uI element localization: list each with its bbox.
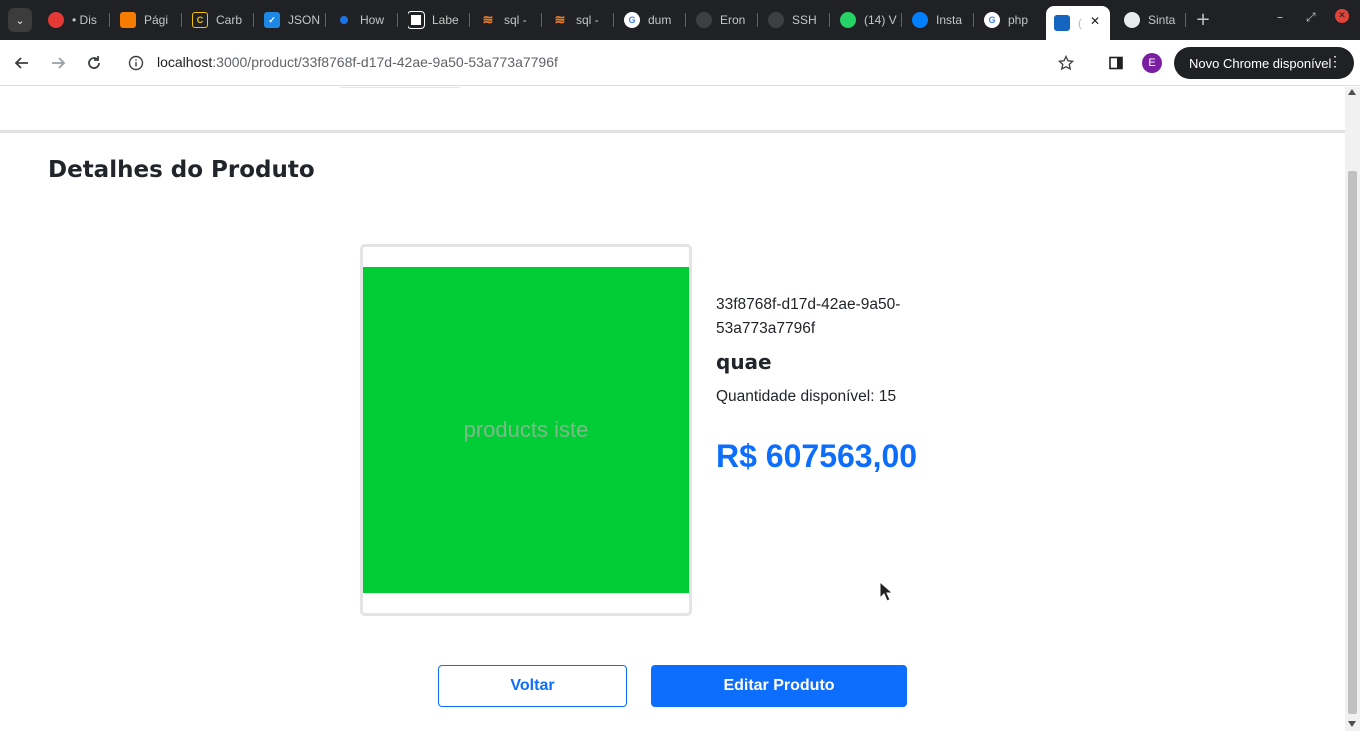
blogger-icon <box>120 12 136 28</box>
browser-tab[interactable]: C Carb <box>192 6 254 34</box>
tab-label: (14) V <box>864 13 897 27</box>
vertical-scrollbar[interactable] <box>1345 87 1360 731</box>
profile-avatar[interactable]: E <box>1142 53 1162 73</box>
digitalocean-icon <box>912 12 928 28</box>
browser-tab[interactable]: Pági <box>120 6 182 34</box>
product-name: quae <box>716 350 772 374</box>
product-image-alt: products iste <box>463 417 589 442</box>
browser-tab[interactable]: G php <box>984 6 1046 34</box>
checkbox-icon: ✓ <box>264 12 280 28</box>
forward-arrow-icon[interactable] <box>46 51 70 75</box>
tab-label: • Dis <box>72 13 97 27</box>
page-title: Detalhes do Produto <box>48 157 315 183</box>
stackoverflow-icon: ≋ <box>482 12 494 27</box>
dot-icon <box>336 12 352 28</box>
bookmark-star-icon[interactable] <box>1054 51 1078 75</box>
site-info-icon[interactable] <box>124 51 148 75</box>
browser-tab[interactable]: Labe <box>408 6 470 34</box>
browser-tab[interactable]: G dum <box>624 6 686 34</box>
browser-tab[interactable]: SSH <box>768 6 830 34</box>
tab-label: Pági <box>144 13 169 27</box>
url-host: localhost <box>157 54 213 70</box>
browser-tab[interactable]: Eron <box>696 6 758 34</box>
tab-label: php <box>1008 13 1029 27</box>
tab-label: ( <box>1078 16 1082 30</box>
side-panel-icon[interactable] <box>1104 51 1128 75</box>
tab-label: Labe <box>432 13 459 27</box>
stackoverflow-icon: ≋ <box>554 12 566 27</box>
tab-search-icon[interactable]: ⌄ <box>8 8 32 32</box>
tab-label: Carb <box>216 13 243 27</box>
product-image-card: products iste <box>360 244 692 616</box>
browser-tab[interactable]: • Dis <box>48 6 110 34</box>
tab-label: Sinta <box>1148 13 1176 27</box>
mouse-cursor-icon <box>879 581 893 602</box>
navbar <box>0 87 1345 133</box>
close-window-icon[interactable]: ✕ <box>1335 9 1349 23</box>
tab-label: How <box>360 13 385 27</box>
product-image: products iste <box>363 267 689 593</box>
back-button[interactable]: Voltar <box>438 665 627 707</box>
browser-tab[interactable]: ✓ JSON <box>264 6 326 34</box>
minimize-icon[interactable]: – <box>1277 10 1283 24</box>
browser-toolbar: localhost:3000/product/33f8768f-d17d-42a… <box>0 40 1360 86</box>
tab-label: Eron <box>720 13 746 27</box>
browser-tab[interactable]: Insta <box>912 6 974 34</box>
tab-label: sql - <box>504 13 527 27</box>
tab-label: SSH <box>792 13 817 27</box>
update-label: Novo Chrome disponível <box>1189 55 1332 71</box>
app-icon <box>1054 15 1070 31</box>
page-content: Detalhes do Produto products iste 33f876… <box>0 87 1345 731</box>
google-chat-icon <box>48 12 64 28</box>
github-icon <box>696 12 712 28</box>
edit-product-button[interactable]: Editar Produto <box>651 665 907 707</box>
browser-tab[interactable]: Sinta <box>1124 6 1186 34</box>
tab-label: sql - <box>576 13 599 27</box>
whatsapp-icon <box>840 12 856 28</box>
browser-tab-active[interactable]: ( ✕ <box>1046 6 1110 40</box>
more-menu-icon[interactable]: ⋮ <box>1328 53 1342 70</box>
scroll-down-icon[interactable] <box>1348 721 1356 727</box>
product-price: R$ 607563,00 <box>716 438 918 474</box>
product-quantity: Quantidade disponível: 15 <box>716 388 897 405</box>
url-path: :3000/product/33f8768f-d17d-42ae-9a50-53… <box>212 54 558 70</box>
browser-tab-strip: ⌄ • Dis Pági C Carb ✓ JSON How Labe ≋ sq… <box>0 0 1360 40</box>
tab-label: JSON <box>288 13 321 27</box>
browser-tab[interactable]: (14) V <box>840 6 902 34</box>
github-icon <box>1124 12 1140 28</box>
reload-icon[interactable] <box>82 51 106 75</box>
close-tab-icon[interactable]: ✕ <box>1090 14 1100 28</box>
scroll-thumb[interactable] <box>1348 171 1357 714</box>
github-icon <box>768 12 784 28</box>
scroll-up-icon[interactable] <box>1348 89 1356 95</box>
restore-icon[interactable]: ⤢ <box>1306 10 1316 25</box>
google-icon: G <box>624 12 640 28</box>
browser-tab[interactable]: ≋ sql - <box>552 6 614 34</box>
back-arrow-icon[interactable] <box>10 51 34 75</box>
tab-label: dum <box>648 13 672 27</box>
browser-tab[interactable]: How <box>336 6 398 34</box>
google-icon: G <box>984 12 1000 28</box>
tab-label: Insta <box>936 13 963 27</box>
carbon-icon: C <box>192 12 208 28</box>
chrome-update-button[interactable]: Novo Chrome disponível ⋮ <box>1174 47 1354 79</box>
browser-tab[interactable]: ≋ sql - <box>480 6 542 34</box>
new-tab-icon[interactable]: + <box>1193 8 1213 32</box>
labelbox-icon <box>408 11 425 29</box>
product-id: 33f8768f-d17d-42ae-9a50-53a773a7796f <box>716 296 901 337</box>
address-bar[interactable]: localhost:3000/product/33f8768f-d17d-42a… <box>157 54 558 70</box>
